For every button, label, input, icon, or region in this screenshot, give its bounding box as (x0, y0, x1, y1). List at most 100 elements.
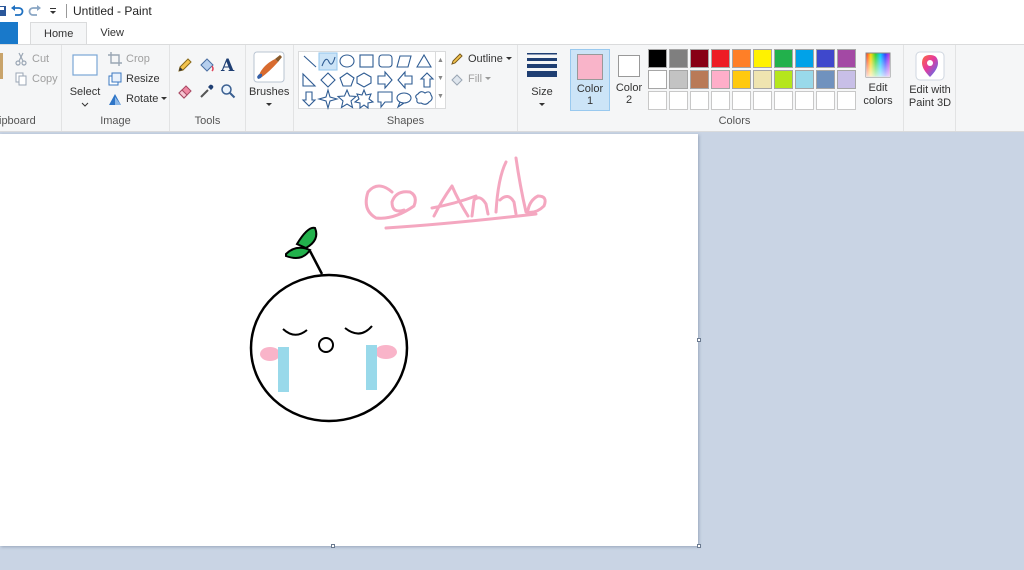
tab-home[interactable]: Home (30, 22, 88, 45)
color-2-label-line1: Color (615, 82, 643, 94)
palette-color-swatch[interactable] (774, 91, 793, 110)
paint-bucket-icon (200, 58, 214, 72)
palette-color-swatch[interactable] (711, 91, 730, 110)
select-label: Select (69, 86, 101, 98)
resize-handle-corner[interactable] (697, 544, 701, 548)
cut-button[interactable]: Cut (14, 52, 49, 66)
paint3d-group: Edit with Paint 3D (904, 45, 956, 131)
tear-left (278, 347, 289, 392)
expand-gallery-icon[interactable]: ▼ (436, 88, 445, 106)
resize-button[interactable]: Resize (108, 72, 160, 86)
clipboard-group-label: ipboard (0, 115, 36, 127)
palette-color-swatch[interactable] (753, 70, 772, 89)
brushes-group: Brushes (246, 45, 294, 131)
palette-color-swatch[interactable] (648, 49, 667, 68)
drawing (249, 156, 547, 423)
blush-left (260, 347, 280, 361)
shapes-gallery-icons (301, 52, 435, 110)
colors-group-label: Colors (718, 115, 751, 127)
leaf-top (295, 226, 318, 250)
chevron-down-icon[interactable]: ▼ (436, 70, 445, 88)
color-picker-tool[interactable] (199, 83, 215, 99)
size-button[interactable]: Size (522, 51, 562, 111)
eraser-tool[interactable] (177, 83, 193, 99)
paste-button[interactable] (0, 51, 4, 81)
color-2-label-line2: 2 (625, 94, 633, 106)
palette-color-swatch[interactable] (795, 49, 814, 68)
palette-color-swatch[interactable] (648, 70, 667, 89)
color-1-label-line2: 1 (586, 95, 594, 107)
file-tab[interactable] (0, 22, 18, 44)
size-group: Size (518, 45, 566, 131)
rotate-button[interactable]: Rotate (108, 92, 168, 106)
title-separator (66, 4, 67, 18)
color-2-button[interactable]: Color 2 (609, 49, 649, 111)
line-size-icon (527, 53, 557, 77)
eyedropper-icon (200, 84, 214, 98)
magnifier-tool[interactable] (220, 83, 236, 99)
outline-icon (450, 52, 464, 66)
tab-view[interactable]: View (87, 22, 137, 44)
select-button[interactable]: Select (68, 53, 102, 111)
palette-color-swatch[interactable] (732, 49, 751, 68)
shapes-scroll[interactable]: ▲ ▼ ▼ (436, 51, 446, 109)
chevron-down-icon (266, 103, 272, 106)
palette-color-swatch[interactable] (669, 49, 688, 68)
svg-text:A: A (220, 56, 235, 73)
resize-handle-bottom[interactable] (331, 544, 335, 548)
palette-color-swatch[interactable] (753, 49, 772, 68)
palette-color-swatch[interactable] (795, 91, 814, 110)
palette-color-swatch[interactable] (816, 91, 835, 110)
palette-color-swatch[interactable] (669, 91, 688, 110)
palette-color-swatch[interactable] (711, 49, 730, 68)
copy-button[interactable]: Copy (14, 72, 58, 86)
palette-color-swatch[interactable] (690, 91, 709, 110)
chevron-down-icon (485, 77, 492, 80)
rotate-icon (108, 92, 122, 106)
chevron-up-icon[interactable]: ▲ (436, 52, 445, 70)
palette-color-swatch[interactable] (711, 70, 730, 89)
tools-group-label: Tools (194, 115, 221, 127)
drawing-canvas[interactable] (0, 134, 698, 546)
palette-color-swatch[interactable] (837, 49, 856, 68)
text-tool[interactable]: A (220, 56, 236, 73)
redo-icon[interactable] (26, 2, 44, 20)
fill-bucket-icon (450, 72, 464, 86)
edit-colors-label-line2: colors (863, 95, 893, 107)
chevron-down-icon (161, 97, 168, 100)
palette-color-swatch[interactable] (816, 70, 835, 89)
palette-color-swatch[interactable] (774, 70, 793, 89)
pencil-tool[interactable] (177, 57, 193, 73)
palette-color-swatch[interactable] (690, 70, 709, 89)
save-icon[interactable] (0, 2, 8, 20)
crop-button[interactable]: Crop (108, 52, 150, 66)
palette-color-swatch[interactable] (753, 91, 772, 110)
edit-colors-button[interactable]: Edit colors (860, 51, 896, 108)
palette-color-swatch[interactable] (795, 70, 814, 89)
cut-label: Cut (32, 53, 50, 65)
paint3d-icon (915, 51, 945, 81)
fill-button[interactable]: Fill (450, 72, 492, 86)
stem (308, 250, 324, 275)
palette-color-swatch[interactable] (837, 70, 856, 89)
palette-color-swatch[interactable] (669, 70, 688, 89)
title-bar: Untitled - Paint (0, 0, 1024, 22)
palette-color-swatch[interactable] (648, 91, 667, 110)
resize-handle-right[interactable] (697, 338, 701, 342)
undo-icon[interactable] (8, 2, 26, 20)
fill-tool[interactable] (199, 57, 215, 73)
clipboard-group: Cut Copy ipboard (0, 45, 62, 131)
customize-quick-access-icon[interactable] (44, 2, 62, 20)
shapes-gallery[interactable] (298, 51, 436, 110)
palette-color-swatch[interactable] (837, 91, 856, 110)
edit-with-paint3d-button[interactable]: Edit with Paint 3D (906, 51, 954, 110)
brushes-button[interactable]: Brushes (249, 51, 289, 111)
palette-color-swatch[interactable] (732, 91, 751, 110)
rotate-label: Rotate (126, 93, 159, 105)
color-1-button[interactable]: Color 1 (570, 49, 610, 111)
palette-color-swatch[interactable] (732, 70, 751, 89)
outline-button[interactable]: Outline (450, 52, 513, 66)
palette-color-swatch[interactable] (816, 49, 835, 68)
palette-color-swatch[interactable] (774, 49, 793, 68)
palette-color-swatch[interactable] (690, 49, 709, 68)
